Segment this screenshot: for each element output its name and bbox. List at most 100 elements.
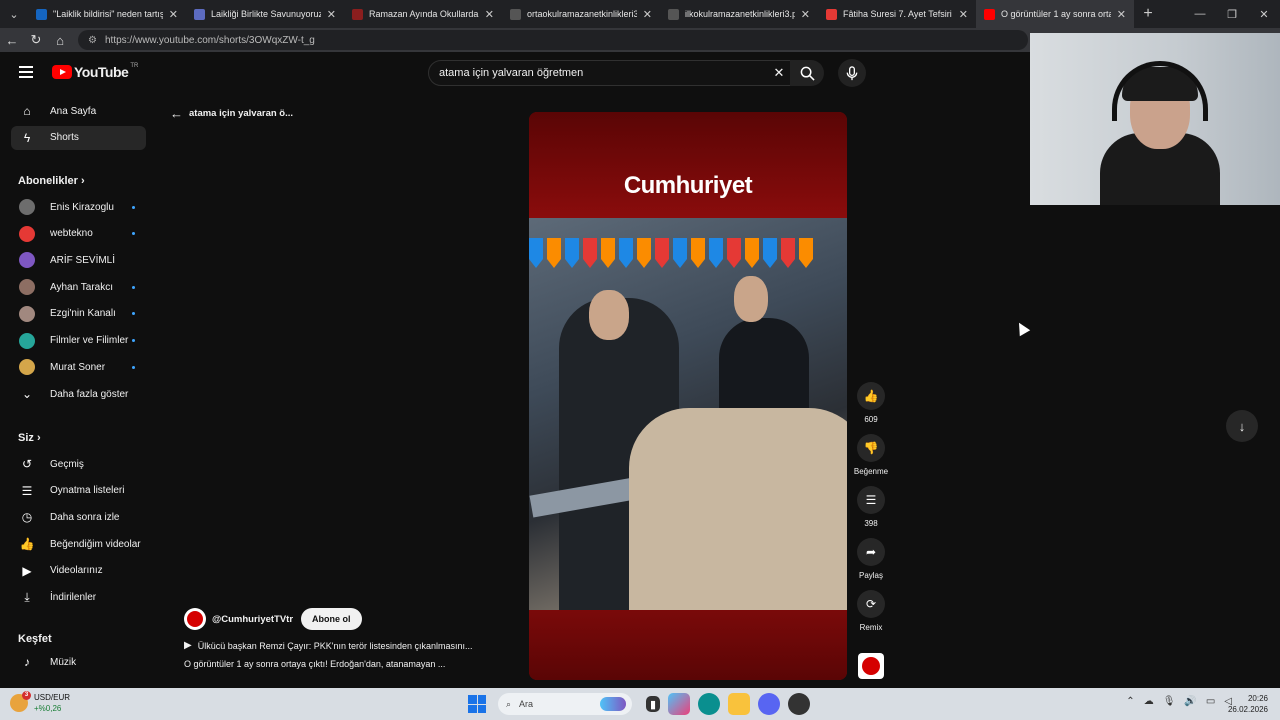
- sidebar-item-label: Daha sonra izle: [50, 511, 120, 523]
- back-icon[interactable]: ←: [0, 28, 24, 52]
- sidebar-item[interactable]: ♪ Müzik: [11, 650, 146, 674]
- microphone-icon[interactable]: 🎙: [1163, 696, 1176, 707]
- sidebar-item[interactable]: Ayhan Tarakcı: [11, 275, 146, 299]
- home-browser-icon[interactable]: ⌂: [48, 28, 72, 52]
- sidebar-item-label: Filmler ve Filimler: [50, 335, 129, 346]
- taskbar-search[interactable]: ⌕ Ara: [498, 693, 632, 715]
- windows-start-icon[interactable]: [468, 695, 486, 713]
- file-explorer-icon[interactable]: [728, 693, 750, 715]
- thumbs-down-icon: 👎: [857, 434, 885, 462]
- tab-close-icon[interactable]: ✕: [959, 8, 968, 21]
- browser-tab[interactable]: Ramazan Ayında Okullarda "Maarif ✕: [344, 0, 502, 28]
- sidebar-item[interactable]: ☰ Oynatma listeleri: [11, 479, 146, 503]
- reload-icon[interactable]: ↻: [24, 28, 48, 52]
- sidebar-item[interactable]: ARİF SEVİMLİ: [11, 248, 146, 272]
- display-icon[interactable]: ▭: [1206, 696, 1215, 707]
- channel-avatar: [19, 359, 35, 376]
- liked-icon: 👍: [19, 537, 35, 552]
- sidebar-item[interactable]: ▶ Videolarınız: [11, 559, 146, 583]
- share-button[interactable]: ➦ Paylaş: [853, 538, 889, 580]
- remix-icon: ⟳: [857, 590, 885, 618]
- url-field[interactable]: ⚙ https://www.youtube.com/shorts/3OWqxZW…: [78, 30, 1028, 50]
- video-person-head: [734, 276, 768, 322]
- tab-close-icon[interactable]: ✕: [485, 8, 494, 21]
- search-input[interactable]: atama için yalvaran öğretmen ✕: [428, 60, 792, 86]
- system-tray: ⌃ ☁ 🎙 🔊 ▭ ◁: [1117, 696, 1232, 707]
- tab-close-icon[interactable]: ✕: [169, 8, 178, 21]
- back-to-results[interactable]: ← atama için yalvaran ö...: [170, 106, 293, 121]
- sidebar-item[interactable]: Murat Soner: [11, 355, 146, 379]
- channel-avatar: [19, 252, 35, 269]
- task-view-icon[interactable]: ▮: [646, 696, 660, 712]
- new-tab-button[interactable]: +: [1134, 5, 1162, 23]
- show-more-button[interactable]: ⌄ Daha fazla göster: [11, 382, 146, 406]
- edge-icon[interactable]: [698, 693, 720, 715]
- new-content-dot: [132, 232, 135, 236]
- sound-channel-thumbnail[interactable]: [858, 653, 884, 679]
- tab-close-icon[interactable]: ✕: [327, 8, 336, 21]
- next-short-button[interactable]: ↓: [1226, 410, 1258, 442]
- play-icon: ▶: [184, 640, 192, 651]
- restore-icon[interactable]: ❐: [1216, 0, 1248, 28]
- minimize-icon[interactable]: —: [1184, 0, 1216, 28]
- menu-icon[interactable]: [0, 71, 52, 73]
- taskbar-clock[interactable]: 20:26 26.02.2026: [1228, 693, 1268, 715]
- tab-favicon-icon: [352, 8, 363, 20]
- tab-title: Ramazan Ayında Okullarda "Maarif: [369, 9, 479, 19]
- channel-avatar: [19, 225, 35, 242]
- tab-close-icon[interactable]: ✕: [1117, 8, 1126, 21]
- subscriptions-heading[interactable]: Abonelikler ›: [18, 175, 85, 187]
- browser-tab[interactable]: ortaokulramazanetkinlikleri3.pdf ✕: [502, 0, 660, 28]
- dislike-button[interactable]: 👎 Beğenme: [853, 434, 889, 476]
- youtube-logo[interactable]: YouTube TR: [52, 63, 138, 80]
- sidebar-item[interactable]: ↺ Geçmiş: [11, 452, 146, 476]
- channel-handle[interactable]: @CumhuriyetTVtr: [212, 614, 293, 625]
- sidebar-item[interactable]: ⤓ İndirilenler: [11, 586, 146, 610]
- sidebar-item[interactable]: ⌂ Ana Sayfa: [11, 99, 146, 123]
- copilot-icon[interactable]: [668, 693, 690, 715]
- tab-close-icon[interactable]: ✕: [643, 8, 652, 21]
- tab-search-icon[interactable]: ⌄: [0, 0, 28, 28]
- chevron-up-icon[interactable]: ⌃: [1126, 696, 1134, 707]
- sidebar-item-label: ARİF SEVİMLİ: [50, 254, 116, 266]
- sound-link[interactable]: ▶ Ülkücü başkan Remzi Çayır: PKK'nın ter…: [184, 640, 514, 651]
- video-bottom-band: [529, 610, 847, 680]
- you-heading[interactable]: Siz ›: [18, 432, 41, 444]
- sidebar-item[interactable]: webtekno: [11, 222, 146, 246]
- browser-tab[interactable]: ilkokulramazanetkinlikleri3.pdf ✕: [660, 0, 818, 28]
- like-button[interactable]: 👍 609: [853, 382, 889, 424]
- sidebar-item[interactable]: ϟ Shorts: [11, 125, 146, 150]
- microphone-icon: [846, 65, 858, 80]
- comments-button[interactable]: ☰ 398: [853, 486, 889, 528]
- subscribe-button[interactable]: Abone ol: [301, 608, 362, 630]
- search-button[interactable]: [790, 60, 824, 86]
- remix-button[interactable]: ⟳ Remix: [853, 590, 889, 632]
- chrome-icon[interactable]: [788, 693, 810, 715]
- browser-tab[interactable]: O görüntüler 1 ay sonra ortaya çıktı ✕: [976, 0, 1134, 28]
- discord-icon[interactable]: [758, 693, 780, 715]
- browser-tab[interactable]: Fâtiha Suresi 7. Ayet Tefsiri - Diyanet ✕: [818, 0, 976, 28]
- channel-avatar[interactable]: [184, 608, 206, 630]
- browser-tab[interactable]: "Laiklik bildirisi" neden tartışılıyor? ✕: [28, 0, 186, 28]
- volume-icon[interactable]: 🔊: [1184, 696, 1196, 707]
- weather-finance-widget[interactable]: 3 USD/EUR +%0,26: [10, 691, 70, 714]
- sidebar-item[interactable]: Filmler ve Filimler: [11, 329, 146, 353]
- site-info-icon[interactable]: ⚙: [88, 35, 97, 46]
- network-app-icon[interactable]: ☁: [1144, 696, 1154, 707]
- webcam-overlay: [1030, 33, 1280, 205]
- browser-tab[interactable]: Laikliği Birlikte Savunuyoruz bildirisi ✕: [186, 0, 344, 28]
- voice-search-button[interactable]: [838, 59, 866, 87]
- tab-favicon-icon: [668, 8, 679, 20]
- clear-search-icon[interactable]: ✕: [767, 65, 791, 81]
- sidebar-item[interactable]: Ezgi'nin Kanalı: [11, 302, 146, 326]
- shorts-video-player[interactable]: Cumhuriyet: [529, 112, 847, 680]
- bunting-flags: [529, 238, 847, 278]
- video-description[interactable]: O görüntüler 1 ay sonra ortaya çıktı! Er…: [184, 659, 514, 669]
- close-window-icon[interactable]: ✕: [1248, 0, 1280, 28]
- your-videos-icon: ▶: [22, 563, 32, 578]
- sidebar-item[interactable]: ◷ Daha sonra izle: [11, 505, 146, 529]
- sidebar-item[interactable]: 👍 Beğendiğim videolar: [11, 532, 146, 556]
- sidebar-item[interactable]: Enis Kirazoglu: [11, 195, 146, 219]
- tab-close-icon[interactable]: ✕: [801, 8, 810, 21]
- comment-count: 398: [864, 519, 878, 528]
